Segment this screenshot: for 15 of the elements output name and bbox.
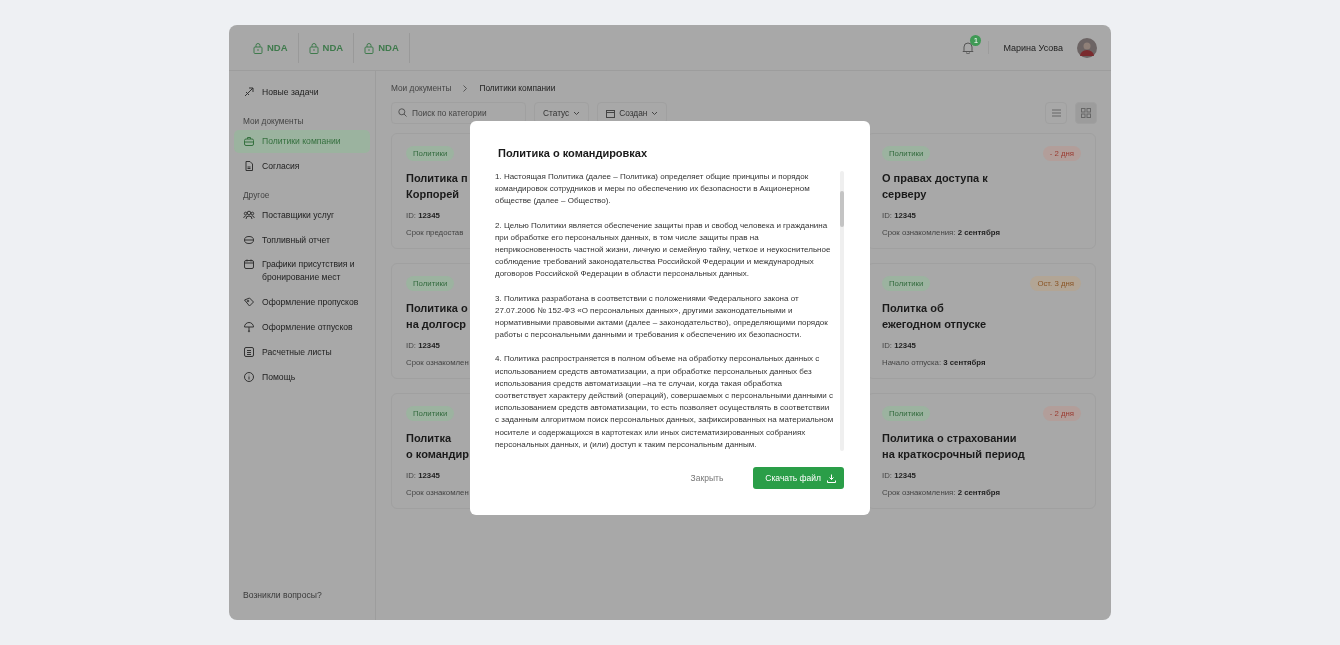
sidebar-section-label: Другое — [242, 188, 271, 202]
policy-paragraph: 1. Настоящая Политика (далее – Политика) определяет общие принципы и порядок командировок сотрудников и меры по обеспечению их безопасности в Акционерном обществе (далее – Общество). — [495, 171, 811, 208]
notification-badge: 1 — [970, 35, 982, 46]
card-title: Политика о страховании на краткосрочный период — [882, 431, 1025, 462]
policy-paragraph: 2. Целью Политики является обеспечение защиты прав и свобод человека и гражданина при обработке его персональных данных, в том числе защиты прав на неприкосновенность частной жизни, личную и семейную тайну, четкое и неукоснительное соблюдение требований законодательства Российской Федерации и международных договоров Российской Федерации в области персональных данных. — [495, 219, 832, 281]
sidebar-section-label: Мои документы — [242, 114, 305, 128]
card-title: О правах доступа к серверу — [882, 171, 988, 202]
card-title: Политика п Корпорей — [406, 171, 468, 202]
dialog-title: Политика о командировках — [498, 147, 649, 159]
card-title: Политка об ежегодном отпуске — [882, 301, 987, 332]
card-title: Политка о командир — [406, 431, 469, 462]
policy-paragraph: 4. Политика распространяется в полном объеме на обработку персональных данных с использованием средств автоматизации, а при обработке персональных данных без использования средств автоматизации –на те случаи, когда такая обработка соответствует характеру действий (операций), совершаемых с персональными данными с использованием средств автоматизации, то есть позволяет осуществлять в соответствии с заданным алгоритмом поиск персональных данных, зафиксированных на материальном носителе и содержащихся в картотеках или иных систематизированных собраниях персональных данных, и (или) доступ к таким персональным данным. — [495, 353, 834, 451]
policy-paragraph: 3. Политика разработана в соответствии с положениями Федерального закона от 27.07.2006 № 152-ФЗ «О персональных данных», другими законодательными и нормативными правовыми актами (далее – законодательство), определяющими порядок работы с персональными данными и требования к обеспечению их безопасности. — [495, 292, 829, 342]
card-title: Политика о на долгоср — [406, 301, 468, 332]
user-name: Марина Усова — [1003, 42, 1063, 53]
